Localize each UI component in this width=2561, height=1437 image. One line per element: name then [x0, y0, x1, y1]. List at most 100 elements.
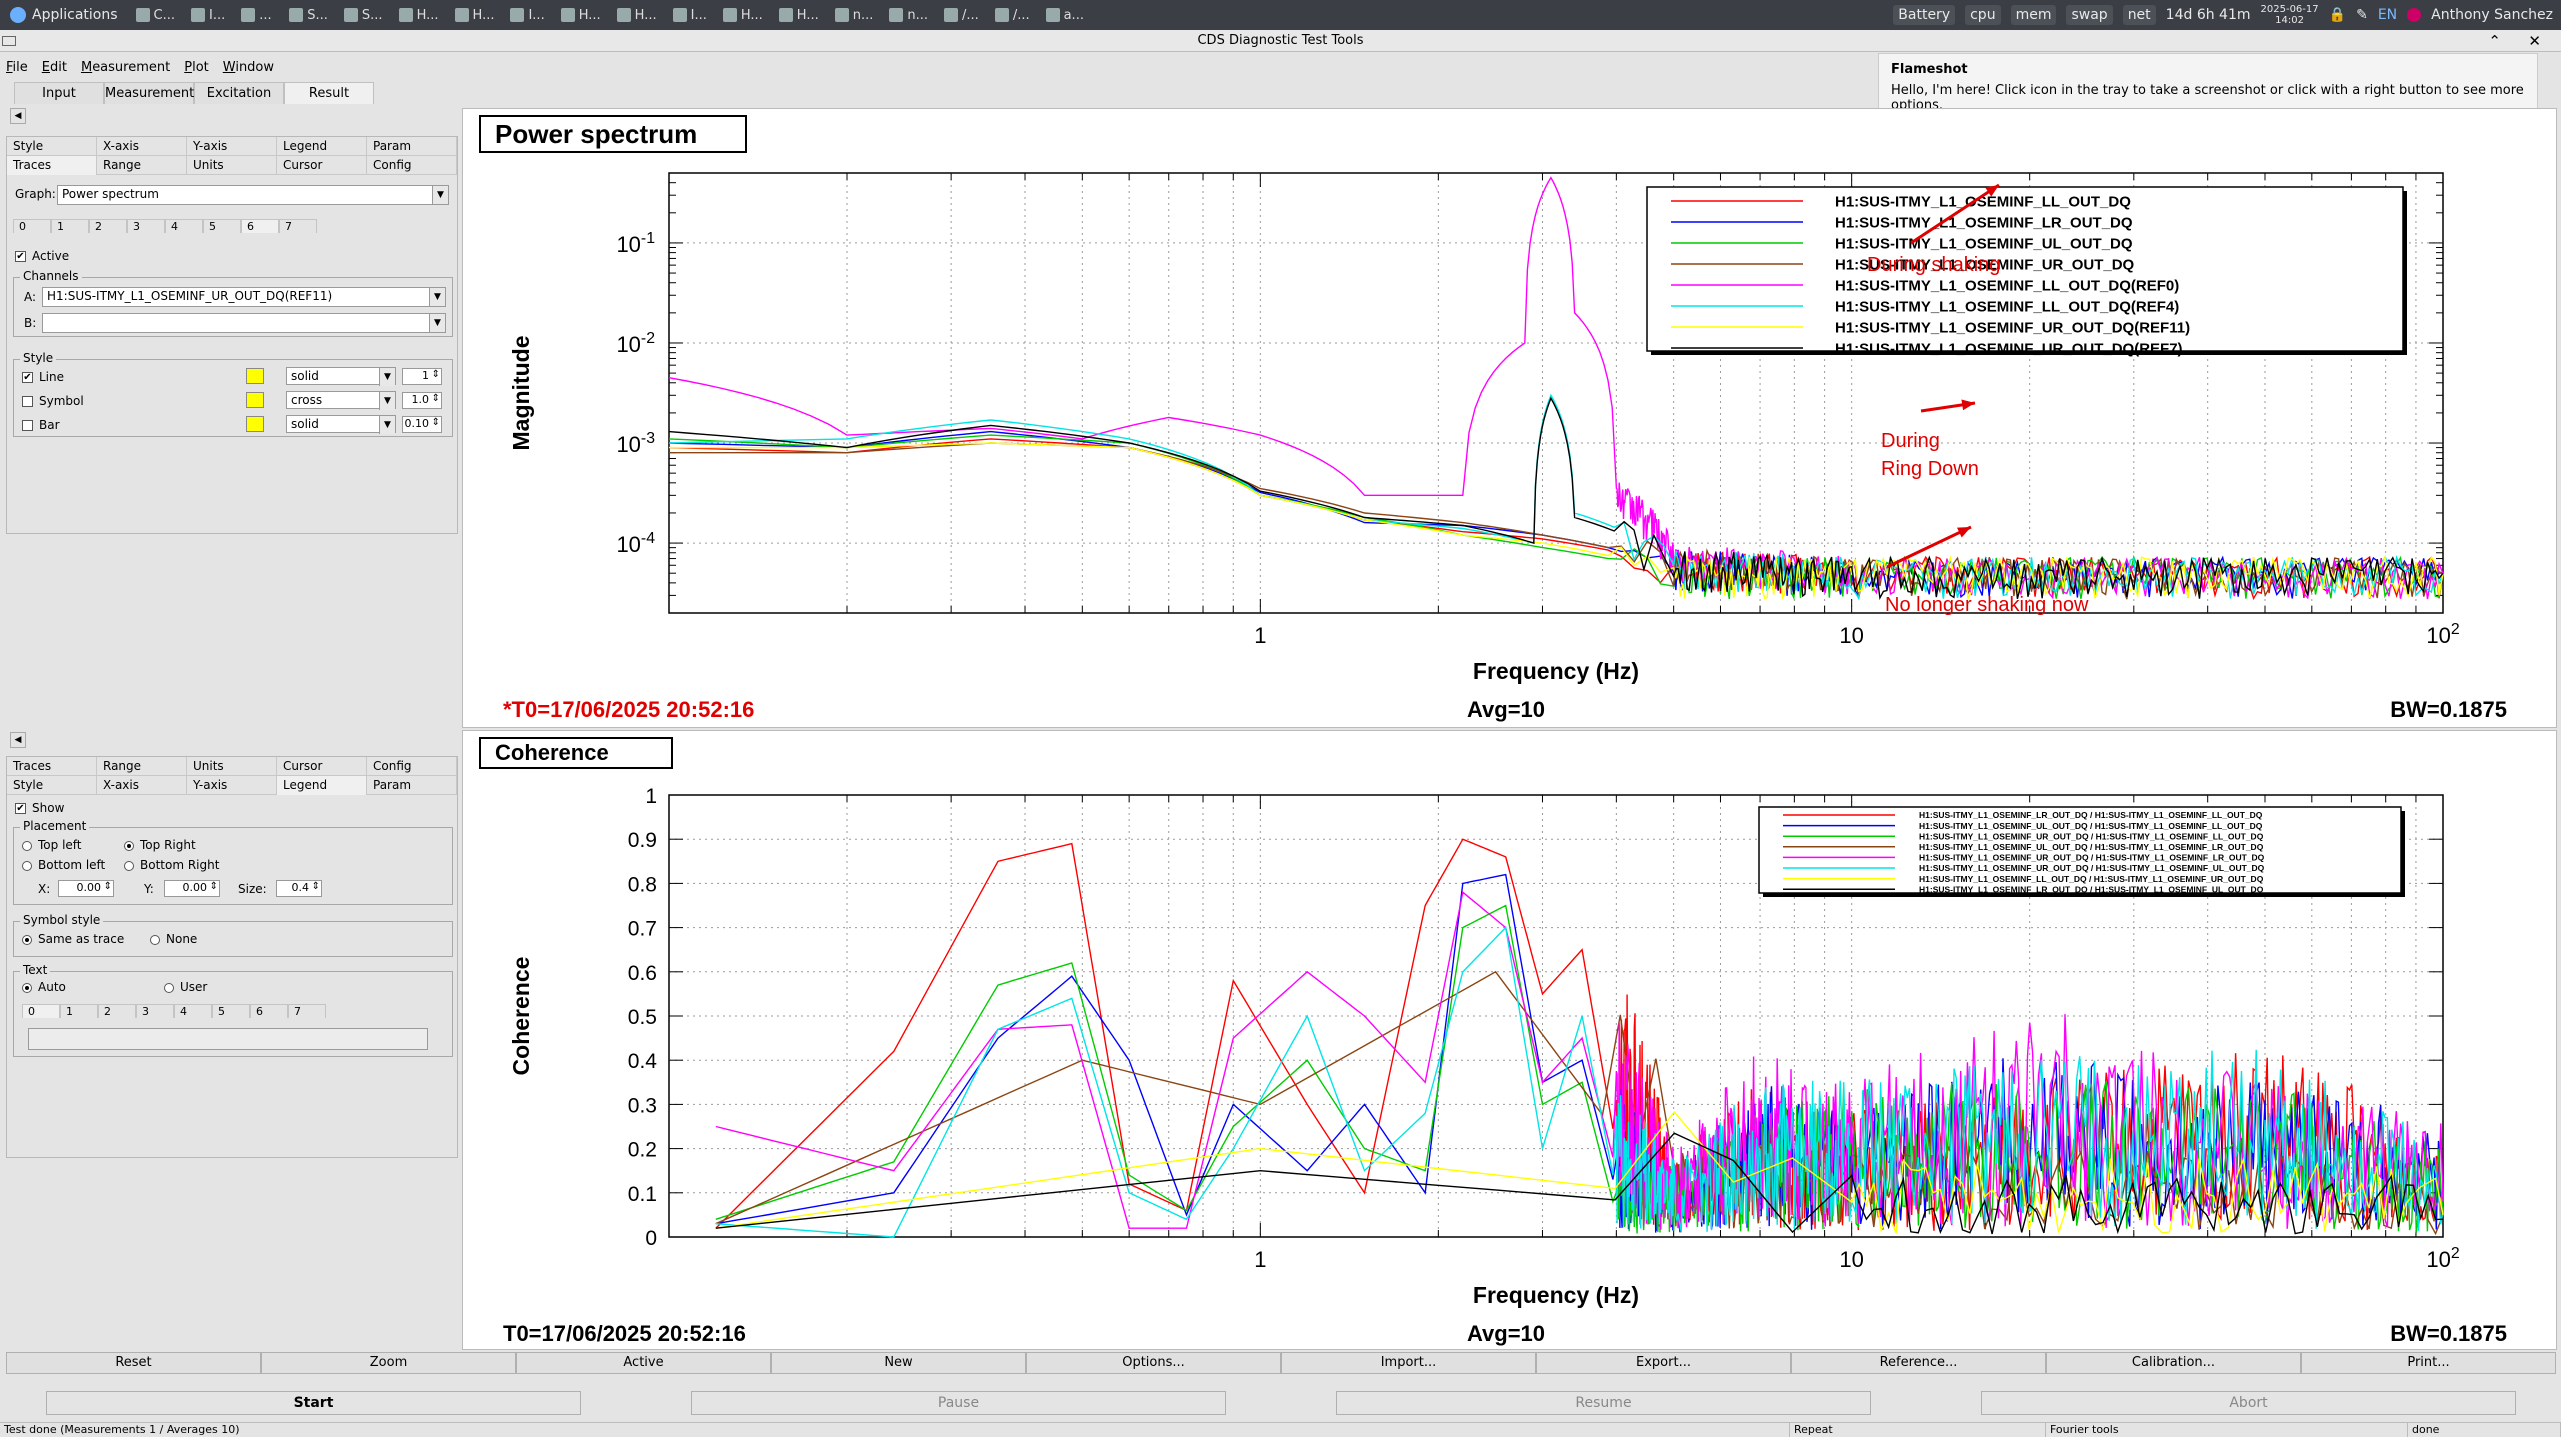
active-button[interactable]: Active — [516, 1352, 771, 1374]
menu-plot[interactable]: Plot — [184, 60, 209, 75]
menu-file[interactable]: File — [6, 60, 28, 75]
none-radio[interactable] — [150, 934, 160, 945]
y-spinner[interactable]: 0.00 — [164, 880, 220, 897]
tab-y-axis-2[interactable]: Y-axis — [187, 776, 277, 795]
tab-legend[interactable]: Legend — [277, 137, 367, 156]
symbol-color-swatch[interactable] — [246, 392, 264, 408]
tab-y-axis[interactable]: Y-axis — [187, 137, 277, 156]
show-row[interactable]: ✔ Show — [15, 801, 64, 815]
tab-measurement[interactable]: Measurement — [104, 82, 194, 104]
taskbar-window-8[interactable]: H... — [555, 3, 607, 27]
menu-window[interactable]: Window — [223, 60, 274, 75]
export-button[interactable]: Export... — [1536, 1352, 1791, 1374]
bottom-left-radio[interactable] — [22, 860, 32, 871]
trace-tab-0[interactable]: 0 — [13, 219, 51, 233]
bottom-left-option[interactable]: Bottom left — [22, 858, 105, 872]
flameshot-notification[interactable]: Flameshot Hello, I'm here! Click icon in… — [1878, 53, 2538, 113]
trace-tab-2[interactable]: 2 — [89, 219, 127, 233]
taskbar-window-5[interactable]: H... — [393, 3, 445, 27]
tab-range-2[interactable]: Range — [97, 757, 187, 776]
tab-x-axis-2[interactable]: X-axis — [97, 776, 187, 795]
trace-tab-1[interactable]: 1 — [51, 219, 89, 233]
tab-param[interactable]: Param — [367, 137, 457, 156]
clock[interactable]: 2025-06-17 14:02 — [2261, 4, 2319, 26]
tab-range[interactable]: Range — [97, 156, 187, 175]
size-spinner[interactable]: 0.4 — [276, 880, 322, 897]
tab-style[interactable]: Style — [7, 137, 97, 156]
taskbar-window-16[interactable]: /... — [989, 3, 1036, 27]
new-button[interactable]: New — [771, 1352, 1026, 1374]
bottom-right-radio[interactable] — [124, 860, 134, 871]
bottom-right-option[interactable]: Bottom Right — [124, 858, 219, 872]
taskbar-window-9[interactable]: H... — [611, 3, 663, 27]
taskbar-window-0[interactable]: C... — [130, 3, 181, 27]
line-width-spinner[interactable]: 1 — [402, 368, 442, 385]
tray-battery[interactable]: Battery — [1893, 5, 1956, 25]
tab-excitation[interactable]: Excitation — [194, 82, 284, 104]
text-tab-6[interactable]: 6 — [250, 1004, 288, 1018]
tray-net[interactable]: net — [2122, 5, 2156, 25]
bar-checkbox[interactable] — [22, 420, 33, 431]
trace-tab-6[interactable]: 6 — [241, 219, 279, 233]
top-right-radio[interactable] — [124, 840, 134, 851]
tray-cpu[interactable]: cpu — [1965, 5, 2001, 25]
window-menu-icon[interactable] — [2, 36, 16, 46]
tab-style-2[interactable]: Style — [7, 776, 97, 795]
line-checkbox[interactable]: ✔ — [22, 372, 33, 383]
top-left-radio[interactable] — [22, 840, 32, 851]
taskbar-window-13[interactable]: n... — [829, 3, 880, 27]
trace-tab-5[interactable]: 5 — [203, 219, 241, 233]
applications-menu[interactable]: Applications — [0, 0, 128, 30]
menu-edit[interactable]: Edit — [42, 60, 67, 75]
text-tab-7[interactable]: 7 — [288, 1004, 326, 1018]
channel-a-select[interactable]: H1:SUS-ITMY_L1_OSEMINF_UR_OUT_DQ(REF11) … — [42, 287, 446, 307]
bar-width-spinner[interactable]: 0.10 — [402, 416, 442, 433]
top-right-option[interactable]: Top Right — [124, 838, 196, 852]
power-spectrum-chart[interactable]: 10-4 10-3 10-2 10-1 1 10 102 H1:SUS-ITMY_L1_OSE… — [463, 109, 2556, 727]
text-tab-4[interactable]: 4 — [174, 1004, 212, 1018]
tab-config-2[interactable]: Config — [367, 757, 457, 776]
trace-tab-3[interactable]: 3 — [127, 219, 165, 233]
close-icon[interactable]: ✕ — [2528, 30, 2541, 52]
tab-param-2[interactable]: Param — [367, 776, 457, 795]
active-checkbox-row[interactable]: ✔ Active — [15, 249, 69, 263]
taskbar-window-4[interactable]: S... — [338, 3, 389, 27]
symbol-checkbox[interactable] — [22, 396, 33, 407]
auto-option[interactable]: Auto — [22, 980, 66, 994]
reference-button[interactable]: Reference... — [1791, 1352, 2046, 1374]
taskbar-window-17[interactable]: a... — [1040, 3, 1090, 27]
flameshot-tray-icon[interactable]: ✎ — [2356, 7, 2368, 23]
user-option[interactable]: User — [164, 980, 207, 994]
start-button[interactable]: Start — [46, 1391, 581, 1415]
taskbar-window-7[interactable]: I... — [504, 3, 550, 27]
taskbar-window-1[interactable]: I... — [185, 3, 231, 27]
user-radio[interactable] — [164, 982, 174, 993]
resume-button[interactable]: Resume — [1336, 1391, 1871, 1415]
taskbar-window-15[interactable]: /... — [938, 3, 985, 27]
bar-style-select[interactable]: solid ▼ — [286, 415, 396, 434]
show-checkbox[interactable]: ✔ — [15, 803, 26, 814]
trace-tab-4[interactable]: 4 — [165, 219, 203, 233]
same-as-trace-option[interactable]: Same as trace — [22, 932, 124, 946]
scroll-left-arrow-top[interactable]: ◀ — [10, 108, 26, 124]
lock-icon[interactable]: 🔒 — [2329, 7, 2346, 23]
menu-measurement[interactable]: Measurement — [81, 60, 170, 75]
taskbar-window-3[interactable]: S... — [283, 3, 334, 27]
scroll-left-arrow-bottom[interactable]: ◀ — [10, 732, 26, 748]
pause-button[interactable]: Pause — [691, 1391, 1226, 1415]
symbol-style-select[interactable]: cross ▼ — [286, 391, 396, 410]
auto-radio[interactable] — [22, 982, 32, 993]
same-as-trace-radio[interactable] — [22, 934, 32, 945]
zoom-button[interactable]: Zoom — [261, 1352, 516, 1374]
text-tab-3[interactable]: 3 — [136, 1004, 174, 1018]
tab-cursor[interactable]: Cursor — [277, 156, 367, 175]
tab-units-2[interactable]: Units — [187, 757, 277, 776]
taskbar-window-12[interactable]: H... — [773, 3, 825, 27]
x-spinner[interactable]: 0.00 — [58, 880, 114, 897]
taskbar-window-10[interactable]: I... — [667, 3, 713, 27]
options-button[interactable]: Options... — [1026, 1352, 1281, 1374]
tab-input[interactable]: Input — [14, 82, 104, 104]
tab-x-axis[interactable]: X-axis — [97, 137, 187, 156]
symbol-size-spinner[interactable]: 1.0 — [402, 392, 442, 409]
taskbar-window-14[interactable]: n... — [883, 3, 934, 27]
